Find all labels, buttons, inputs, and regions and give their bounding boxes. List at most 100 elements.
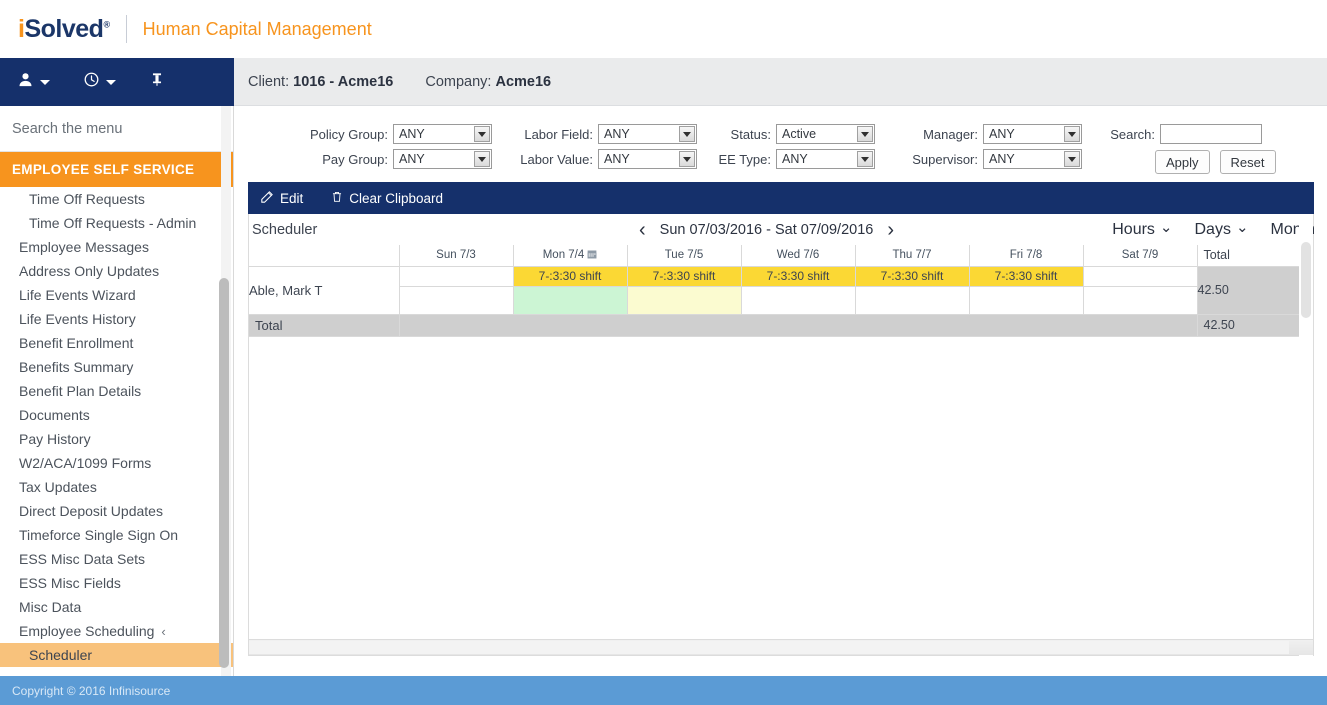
grid-horizontal-scrollbar-track[interactable] <box>249 639 1313 655</box>
filter-ee-type: EE Type: ANY <box>698 149 875 169</box>
sidebar-item-label: ESS Misc Data Sets <box>19 551 146 567</box>
sidebar-item-direct-deposit-updates[interactable]: Direct Deposit Updates <box>0 499 233 523</box>
labor-field-select[interactable]: ANY <box>598 124 697 144</box>
clipboard-cell-mon[interactable] <box>512 285 628 315</box>
sidebar-item-label: Tax Updates <box>19 479 97 495</box>
chevron-left-icon[interactable]: ‹ <box>161 624 165 639</box>
search-label: Search: <box>1110 126 1155 142</box>
calendar-icon[interactable] <box>587 249 597 261</box>
shift-cell-wed[interactable]: 7-:3:30 shift <box>740 265 856 287</box>
sidebar-item-time-off-requests[interactable]: Time Off Requests <box>0 187 233 211</box>
sidebar-item-w2-aca-1099-forms[interactable]: W2/ACA/1099 Forms <box>0 451 233 475</box>
chevron-down-icon[interactable]: ⌄ <box>1236 218 1249 236</box>
filter-action-buttons: Apply Reset <box>1155 150 1276 174</box>
clipboard-cell-tue[interactable] <box>626 285 742 315</box>
sidebar-scrollbar-thumb[interactable] <box>219 278 229 668</box>
sidebar-item-employee-scheduling[interactable]: Employee Scheduling ‹ <box>0 619 233 643</box>
ee-type-select[interactable]: ANY <box>776 149 875 169</box>
labor-value-select[interactable]: ANY <box>598 149 697 169</box>
edit-button[interactable]: Edit <box>261 190 303 206</box>
brand-tagline: Human Capital Management <box>142 18 372 39</box>
view-toggle-days[interactable]: Days ⌄ <box>1195 218 1249 239</box>
empty-cell-sun[interactable] <box>398 265 514 287</box>
sidebar-item-documents[interactable]: Documents <box>0 403 233 427</box>
clipboard-cell-fri[interactable] <box>968 285 1084 315</box>
shift-cell-tue[interactable]: 7-:3:30 shift <box>626 265 742 287</box>
sidebar-item-benefits-summary[interactable]: Benefits Summary <box>0 355 233 379</box>
column-header-total: Total <box>1196 245 1300 267</box>
shift-label: 7-:3:30 shift <box>994 269 1058 283</box>
header-row: Sun 7/3 Mon 7/4 Tue 7/5 Wed 7/6 Thu 7/7 Fri 7… <box>249 245 1300 267</box>
manager-select[interactable]: ANY <box>983 124 1082 144</box>
view-toggle-hours[interactable]: Hours ⌄ <box>1112 218 1173 239</box>
isolved-logo[interactable]: iSolved® <box>0 15 110 44</box>
clear-clipboard-button[interactable]: Clear Clipboard <box>331 190 443 206</box>
sidebar-item-label: Benefits Summary <box>19 359 134 375</box>
chevron-down-icon[interactable] <box>1064 126 1080 142</box>
clock-icon <box>84 72 99 92</box>
row-total-value: 42.50 <box>1197 283 1229 297</box>
column-header-sat: Sat 7/9 <box>1082 245 1198 267</box>
sidebar-item-life-events-wizard[interactable]: Life Events Wizard <box>0 283 233 307</box>
chevron-down-icon[interactable] <box>857 126 873 142</box>
grid-horizontal-scrollbar-thumb[interactable] <box>249 641 1289 654</box>
chevron-down-icon[interactable] <box>679 126 695 142</box>
shift-cell-fri[interactable]: 7-:3:30 shift <box>968 265 1084 287</box>
sidebar-item-tax-updates[interactable]: Tax Updates <box>0 475 233 499</box>
reset-button[interactable]: Reset <box>1219 150 1276 174</box>
clock-menu-button[interactable] <box>84 72 116 92</box>
sidebar-item-label: W2/ACA/1099 Forms <box>19 455 152 471</box>
sidebar-item-ess-misc-data-sets[interactable]: ESS Misc Data Sets <box>0 547 233 571</box>
policy-group-select[interactable]: ANY <box>393 124 492 144</box>
sidebar-item-benefit-plan-details[interactable]: Benefit Plan Details <box>0 379 233 403</box>
chevron-down-icon[interactable]: ⌄ <box>1160 218 1173 236</box>
sidebar-scrollbar-track[interactable] <box>219 106 231 676</box>
chevron-down-icon[interactable] <box>679 151 695 167</box>
menu-search-input[interactable]: Search the menu <box>0 106 233 152</box>
sidebar-item-timeforce-single-sign-on[interactable]: Timeforce Single Sign On <box>0 523 233 547</box>
sidebar-item-time-off-requests-admin[interactable]: Time Off Requests - Admin <box>0 211 233 235</box>
chevron-down-icon[interactable] <box>1064 151 1080 167</box>
pin-menu-button[interactable] <box>150 72 164 92</box>
supervisor-select[interactable]: ANY <box>983 149 1082 169</box>
employee-name-cell[interactable]: Able, Mark T <box>249 265 400 315</box>
prev-week-button[interactable]: ‹ <box>631 220 654 240</box>
empty-cell-sat[interactable] <box>1082 265 1198 287</box>
sidebar-item-employee-messages[interactable]: Employee Messages <box>0 235 233 259</box>
column-header-tue: Tue 7/5 <box>626 245 742 267</box>
grid-total-value-cell: 42.50 <box>1196 313 1300 337</box>
sidebar-item-label: Pay History <box>19 431 91 447</box>
filter-pay-group: Pay Group: ANY <box>278 149 492 169</box>
column-header-thu: Thu 7/7 <box>854 245 970 267</box>
client-company-bar: Client: 1016 - Acme16 Company: Acme16 <box>234 58 1327 106</box>
sidebar-item-label: Time Off Requests - Admin <box>29 215 197 231</box>
sidebar-item-benefit-enrollment[interactable]: Benefit Enrollment <box>0 331 233 355</box>
pay-group-select[interactable]: ANY <box>393 149 492 169</box>
apply-button[interactable]: Apply <box>1155 150 1210 174</box>
sidebar-item-address-only-updates[interactable]: Address Only Updates <box>0 259 233 283</box>
scheduler-toolbar: Edit Clear Clipboard <box>248 182 1314 214</box>
clipboard-cell-wed[interactable] <box>740 285 856 315</box>
panel-vertical-scrollbar-track[interactable] <box>1299 214 1313 656</box>
panel-vertical-scrollbar-thumb[interactable] <box>1301 242 1311 318</box>
supervisor-value: ANY <box>989 152 1015 166</box>
status-select[interactable]: Active <box>776 124 875 144</box>
sidebar-item-life-events-history[interactable]: Life Events History <box>0 307 233 331</box>
shift-cell-thu[interactable]: 7-:3:30 shift <box>854 265 970 287</box>
clipboard-cell-sun[interactable] <box>398 285 514 315</box>
scheduler-grid-body: Able, Mark T 7-:3:30 shift 7-:3:30 shift 7-… <box>249 265 1300 337</box>
column-header-label: Wed 7/6 <box>776 249 820 262</box>
shift-cell-mon[interactable]: 7-:3:30 shift <box>512 265 628 287</box>
sidebar-item-ess-misc-fields[interactable]: ESS Misc Fields <box>0 571 233 595</box>
sidebar-item-scheduler[interactable]: Scheduler <box>0 643 233 667</box>
sidebar-item-pay-history[interactable]: Pay History <box>0 427 233 451</box>
next-week-button[interactable]: › <box>879 220 902 240</box>
chevron-down-icon[interactable] <box>857 151 873 167</box>
search-input[interactable] <box>1160 124 1262 144</box>
sidebar-item-misc-data[interactable]: Misc Data <box>0 595 233 619</box>
clipboard-cell-sat[interactable] <box>1082 285 1198 315</box>
sidebar-item-label: Timeforce Single Sign On <box>19 527 178 543</box>
user-menu-button[interactable] <box>18 72 50 92</box>
clipboard-cell-thu[interactable] <box>854 285 970 315</box>
menu-search-placeholder: Search the menu <box>12 120 123 137</box>
